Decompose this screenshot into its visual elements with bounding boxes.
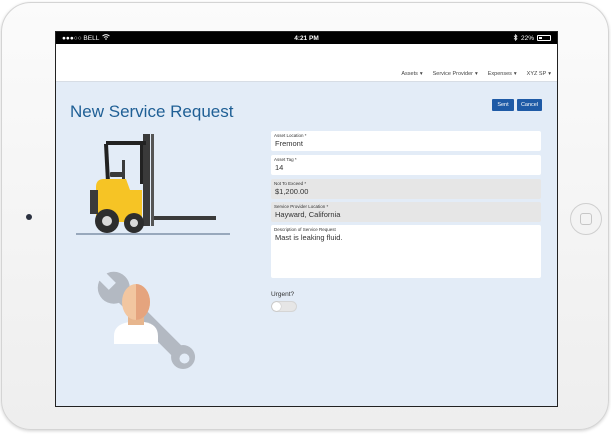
nav-item-account[interactable]: XYZ SP ▾: [527, 71, 551, 77]
not-to-exceed-field[interactable]: Not To Exceed * $1,200.00: [271, 179, 541, 199]
nav-item-service-provider[interactable]: Service Provider ▾: [433, 71, 478, 77]
asset-location-value: Fremont: [275, 139, 303, 148]
not-to-exceed-label: Not To Exceed *: [274, 181, 307, 186]
toggle-knob: [272, 302, 281, 311]
description-textarea[interactable]: Description of Service Request Mast is l…: [271, 225, 541, 278]
nav-item-assets[interactable]: Assets ▾: [401, 71, 422, 77]
chevron-down-icon: ▾: [474, 71, 478, 77]
nav-item-label: Service Provider: [432, 71, 473, 77]
urgent-toggle[interactable]: [271, 301, 297, 312]
home-button[interactable]: [570, 203, 602, 235]
nav-item-expenses[interactable]: Expenses ▾: [488, 71, 517, 77]
service-provider-location-field[interactable]: Service Provider Location * Hayward, Cal…: [271, 202, 541, 222]
home-square-icon: [580, 213, 592, 225]
asset-location-field[interactable]: Asset Location * Fremont: [271, 131, 541, 151]
urgent-label: Urgent?: [271, 291, 295, 298]
forklift-illustration: [76, 134, 230, 235]
not-to-exceed-value: $1,200.00: [275, 187, 309, 196]
asset-tag-value: 14: [275, 163, 284, 172]
app-screen: ●●●○○ BELL 4:21 PM 22% Assets ▾ Service P…: [55, 31, 558, 407]
service-technician-wrench-illustration: [97, 271, 196, 370]
asset-tag-label: Asset Tag *: [274, 157, 297, 162]
service-provider-location-label: Service Provider Location *: [274, 204, 329, 209]
bluetooth-icon: [513, 33, 518, 43]
description-label: Description of Service Request: [274, 227, 336, 232]
status-time: 4:21 PM: [294, 34, 319, 42]
cancel-button[interactable]: Cancel: [517, 99, 542, 111]
service-provider-location-value: Hayward, California: [275, 210, 341, 219]
battery-icon: [537, 35, 551, 41]
status-bar: ●●●○○ BELL 4:21 PM 22%: [56, 32, 557, 44]
top-navigation: Assets ▾ Service Provider ▾ Expenses ▾ XYZ …: [56, 44, 557, 82]
camera-icon: [26, 214, 32, 220]
battery-percent: 22%: [520, 34, 534, 42]
nav-item-label: XYZ SP: [526, 71, 547, 77]
sent-button[interactable]: Sent: [492, 99, 514, 111]
wifi-icon: [102, 34, 111, 42]
carrier-label: ●●●○○ BELL: [62, 34, 100, 42]
page-title: New Service Request: [70, 102, 234, 121]
asset-location-label: Asset Location *: [274, 133, 307, 138]
tablet-frame: ●●●○○ BELL 4:21 PM 22% Assets ▾ Service P…: [1, 2, 609, 430]
description-value: Mast is leaking fluid.: [275, 233, 343, 242]
chevron-down-icon: ▾: [548, 71, 551, 77]
nav-item-label: Assets: [401, 71, 418, 77]
chevron-down-icon: ▾: [419, 71, 423, 77]
nav-item-label: Expenses: [487, 71, 512, 77]
chevron-down-icon: ▾: [513, 71, 517, 77]
asset-tag-field[interactable]: Asset Tag * 14: [271, 155, 541, 175]
